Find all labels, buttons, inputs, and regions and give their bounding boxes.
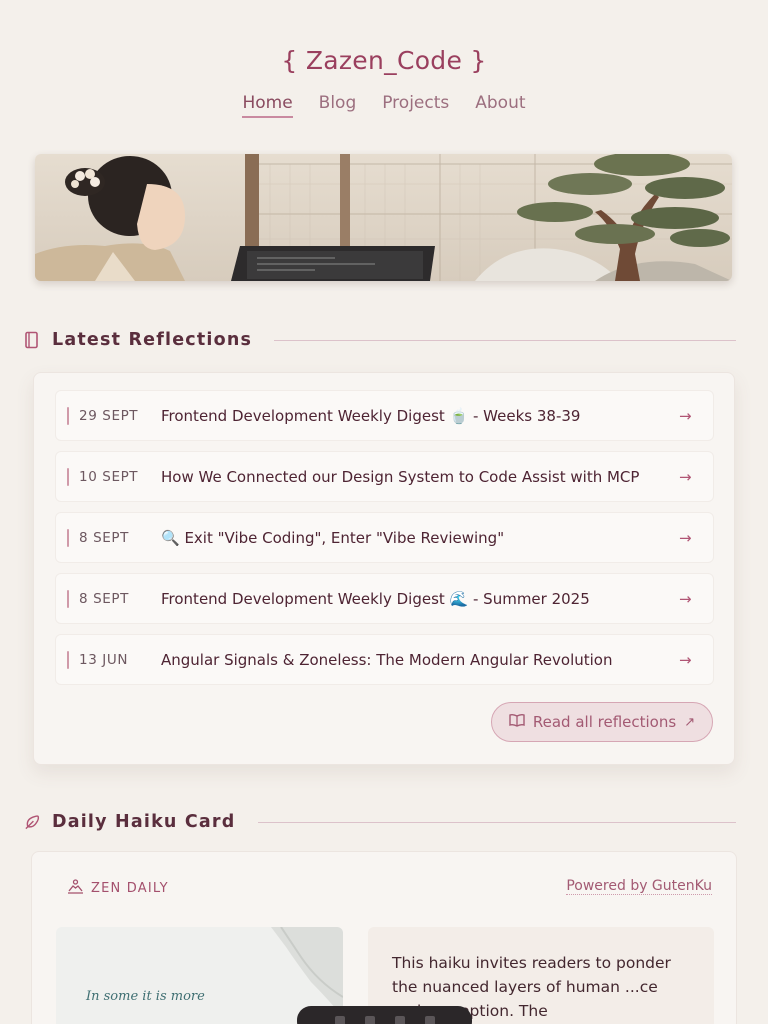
toolbar-icon[interactable] xyxy=(334,1016,345,1024)
main-nav: Home Blog Projects About xyxy=(0,93,768,118)
toolbar-icon[interactable] xyxy=(364,1016,375,1024)
floating-toolbar[interactable] xyxy=(297,1006,472,1024)
powered-by-link[interactable]: Powered by GutenKu xyxy=(566,878,712,895)
reflections-title: Latest Reflections xyxy=(52,330,253,350)
haiku-image-text: In some it is more xyxy=(86,989,205,1004)
read-all-label: Read all reflections xyxy=(532,713,677,731)
post-date: 8 SEPT xyxy=(79,590,129,607)
open-book-icon xyxy=(509,713,525,731)
post-title[interactable]: Frontend Development Weekly Digest 🌊 - S… xyxy=(161,590,679,608)
site-header: { Zazen_Code } Home Blog Projects About xyxy=(0,0,768,118)
post-marker xyxy=(67,589,69,608)
toolbar-icon[interactable] xyxy=(424,1016,435,1024)
post-item[interactable]: 13 JUN Angular Signals & Zoneless: The M… xyxy=(55,634,714,685)
post-marker xyxy=(67,528,69,547)
read-all-button[interactable]: Read all reflections ↗ xyxy=(491,702,713,742)
toolbar-icon[interactable] xyxy=(394,1016,405,1024)
post-item[interactable]: 8 SEPT 🔍 Exit "Vibe Coding", Enter "Vibe… xyxy=(55,512,714,563)
nav-projects[interactable]: Projects xyxy=(382,93,449,118)
hero-banner-image xyxy=(35,154,732,281)
post-title[interactable]: How We Connected our Design System to Co… xyxy=(161,468,679,486)
arrow-right-icon[interactable]: → xyxy=(679,468,695,486)
post-date: 8 SEPT xyxy=(79,529,129,546)
post-item[interactable]: 10 SEPT How We Connected our Design Syst… xyxy=(55,451,714,502)
post-title[interactable]: Angular Signals & Zoneless: The Modern A… xyxy=(161,651,679,669)
site-logo[interactable]: { Zazen_Code } xyxy=(0,46,768,75)
meditation-icon xyxy=(67,879,84,898)
arrow-right-icon[interactable]: → xyxy=(679,651,695,669)
feather-icon xyxy=(24,813,40,831)
post-marker xyxy=(67,467,69,486)
arrow-right-icon[interactable]: → xyxy=(679,590,695,608)
arrow-right-icon[interactable]: → xyxy=(679,407,695,425)
arrow-up-right-icon: ↗ xyxy=(684,714,696,730)
post-marker xyxy=(67,406,69,425)
post-date: 10 SEPT xyxy=(79,468,139,485)
divider xyxy=(274,339,736,341)
nav-home[interactable]: Home xyxy=(242,93,293,118)
haiku-title: Daily Haiku Card xyxy=(52,812,236,832)
reflections-card: 29 SEPT Frontend Development Weekly Dige… xyxy=(33,372,735,765)
post-item[interactable]: 8 SEPT Frontend Development Weekly Diges… xyxy=(55,573,714,624)
post-title[interactable]: 🔍 Exit "Vibe Coding", Enter "Vibe Review… xyxy=(161,529,679,547)
post-date: 13 JUN xyxy=(79,651,129,668)
haiku-card: ZEN DAILY Powered by GutenKu In some it … xyxy=(31,851,737,1024)
post-date: 29 SEPT xyxy=(79,407,139,424)
nav-about[interactable]: About xyxy=(475,93,525,118)
divider xyxy=(257,821,736,823)
nav-blog[interactable]: Blog xyxy=(319,93,357,118)
reflections-heading: Latest Reflections xyxy=(24,330,736,350)
post-marker xyxy=(67,650,69,669)
zen-daily-badge: ZEN DAILY xyxy=(67,879,169,898)
arrow-right-icon[interactable]: → xyxy=(679,529,695,547)
book-icon xyxy=(24,331,40,349)
post-title[interactable]: Frontend Development Weekly Digest 🍵 - W… xyxy=(161,407,679,425)
post-item[interactable]: 29 SEPT Frontend Development Weekly Dige… xyxy=(55,390,714,441)
zen-daily-label: ZEN DAILY xyxy=(91,881,169,896)
haiku-heading: Daily Haiku Card xyxy=(24,812,736,832)
